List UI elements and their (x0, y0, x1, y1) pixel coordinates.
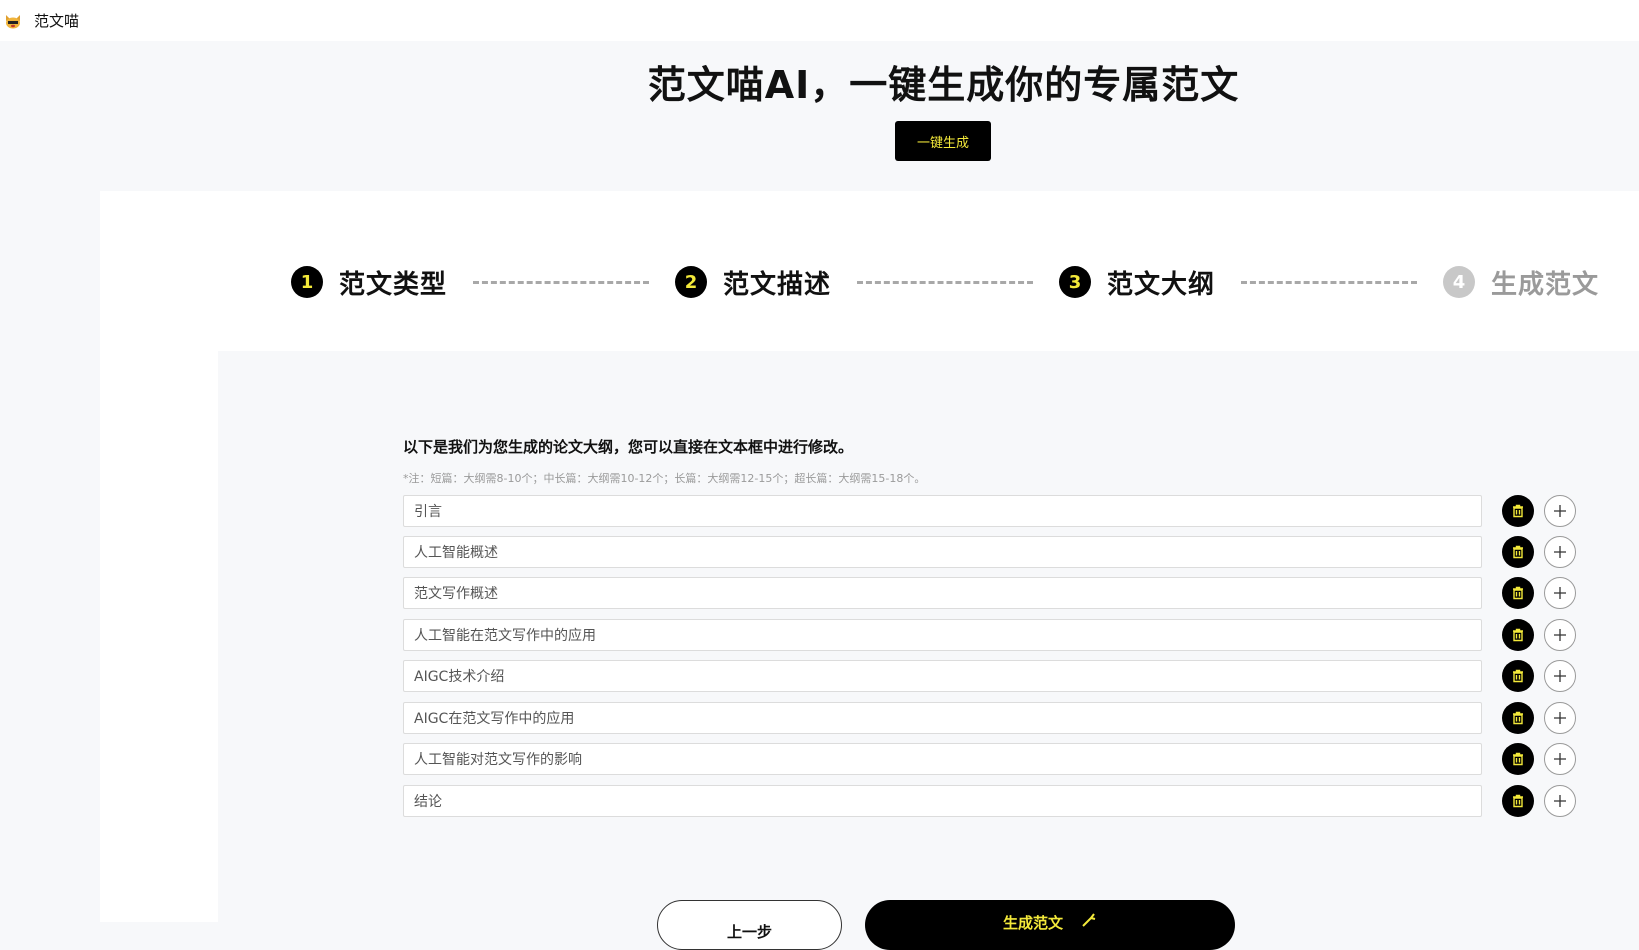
add-item-button[interactable] (1544, 702, 1576, 734)
outline-item-input[interactable] (403, 536, 1482, 568)
step-2: 2 范文描述 (675, 264, 831, 301)
delete-item-button[interactable] (1502, 536, 1534, 568)
step-indicator: 1 范文类型 2 范文描述 3 范文大纲 4 生成范文 (291, 262, 1599, 302)
outline-note: *注：短篇：大纲需8-10个；中长篇：大纲需10-12个；长篇：大纲需12-15… (403, 472, 926, 485)
add-item-button[interactable] (1544, 495, 1576, 527)
step-4-number: 4 (1443, 266, 1476, 298)
plus-icon (1554, 629, 1566, 641)
outline-row (403, 536, 1576, 568)
trash-icon (1513, 711, 1523, 725)
trash-icon (1513, 628, 1523, 642)
step-1-number: 1 (291, 266, 323, 298)
outline-instruction: 以下是我们为您生成的论文大纲，您可以直接在文本框中进行修改。 (403, 438, 854, 456)
step-divider (1241, 280, 1418, 284)
plus-icon (1554, 753, 1566, 765)
plus-icon (1554, 546, 1566, 558)
outline-item-input[interactable] (403, 660, 1482, 692)
delete-item-button[interactable] (1502, 577, 1534, 609)
trash-icon (1513, 669, 1523, 683)
generate-essay-button[interactable]: 生成范文 (865, 900, 1235, 950)
outline-item-input[interactable] (403, 577, 1482, 609)
plus-icon (1554, 505, 1566, 517)
step-2-label: 范文描述 (723, 269, 832, 300)
delete-item-button[interactable] (1502, 785, 1534, 817)
outline-item-input[interactable] (403, 619, 1482, 651)
step-3-number: 3 (1059, 266, 1092, 298)
plus-icon (1554, 587, 1566, 599)
outline-row (403, 577, 1576, 609)
step-3: 3 范文大纲 (1059, 264, 1215, 301)
add-item-button[interactable] (1544, 785, 1576, 817)
hero-title: 范文喵AI，一键生成你的专属范文 (647, 63, 1240, 107)
plus-icon (1554, 670, 1566, 682)
delete-item-button[interactable] (1502, 702, 1534, 734)
trash-icon (1513, 752, 1523, 766)
previous-step-button[interactable]: 上一步 (657, 900, 842, 950)
outline-row (403, 619, 1576, 651)
step-2-number: 2 (675, 266, 708, 298)
delete-item-button[interactable] (1502, 743, 1534, 775)
outline-item-input[interactable] (403, 743, 1482, 775)
outline-item-input[interactable] (403, 702, 1482, 734)
add-item-button[interactable] (1544, 743, 1576, 775)
add-item-button[interactable] (1544, 536, 1576, 568)
add-item-button[interactable] (1544, 577, 1576, 609)
top-bar: 范文喵 (0, 0, 1639, 41)
sparkle-icon (1081, 912, 1097, 932)
delete-item-button[interactable] (1502, 660, 1534, 692)
outline-row (403, 785, 1576, 817)
add-item-button[interactable] (1544, 660, 1576, 692)
step-3-label: 范文大纲 (1107, 269, 1216, 300)
delete-item-button[interactable] (1502, 619, 1534, 651)
add-item-button[interactable] (1544, 619, 1576, 651)
app-name: 范文喵 (34, 12, 80, 30)
outline-row (403, 743, 1576, 775)
outline-row (403, 702, 1576, 734)
outline-row (403, 660, 1576, 692)
step-1-label: 范文类型 (339, 269, 448, 300)
step-divider (857, 280, 1034, 284)
step-1: 1 范文类型 (291, 264, 447, 301)
step-divider (473, 280, 650, 284)
plus-icon (1554, 712, 1566, 724)
trash-icon (1513, 794, 1523, 808)
outline-item-input[interactable] (403, 495, 1482, 527)
trash-icon (1513, 545, 1523, 559)
trash-icon (1513, 586, 1523, 600)
delete-item-button[interactable] (1502, 495, 1534, 527)
step-4: 4 生成范文 (1443, 264, 1599, 301)
step-4-label: 生成范文 (1491, 269, 1600, 300)
outline-item-input[interactable] (403, 785, 1482, 817)
one-click-generate-button[interactable]: 一键生成 (895, 121, 991, 161)
cat-logo-icon (4, 13, 22, 29)
trash-icon (1513, 504, 1523, 518)
plus-icon (1554, 795, 1566, 807)
outline-row (403, 495, 1576, 527)
generate-essay-label: 生成范文 (1002, 914, 1063, 932)
